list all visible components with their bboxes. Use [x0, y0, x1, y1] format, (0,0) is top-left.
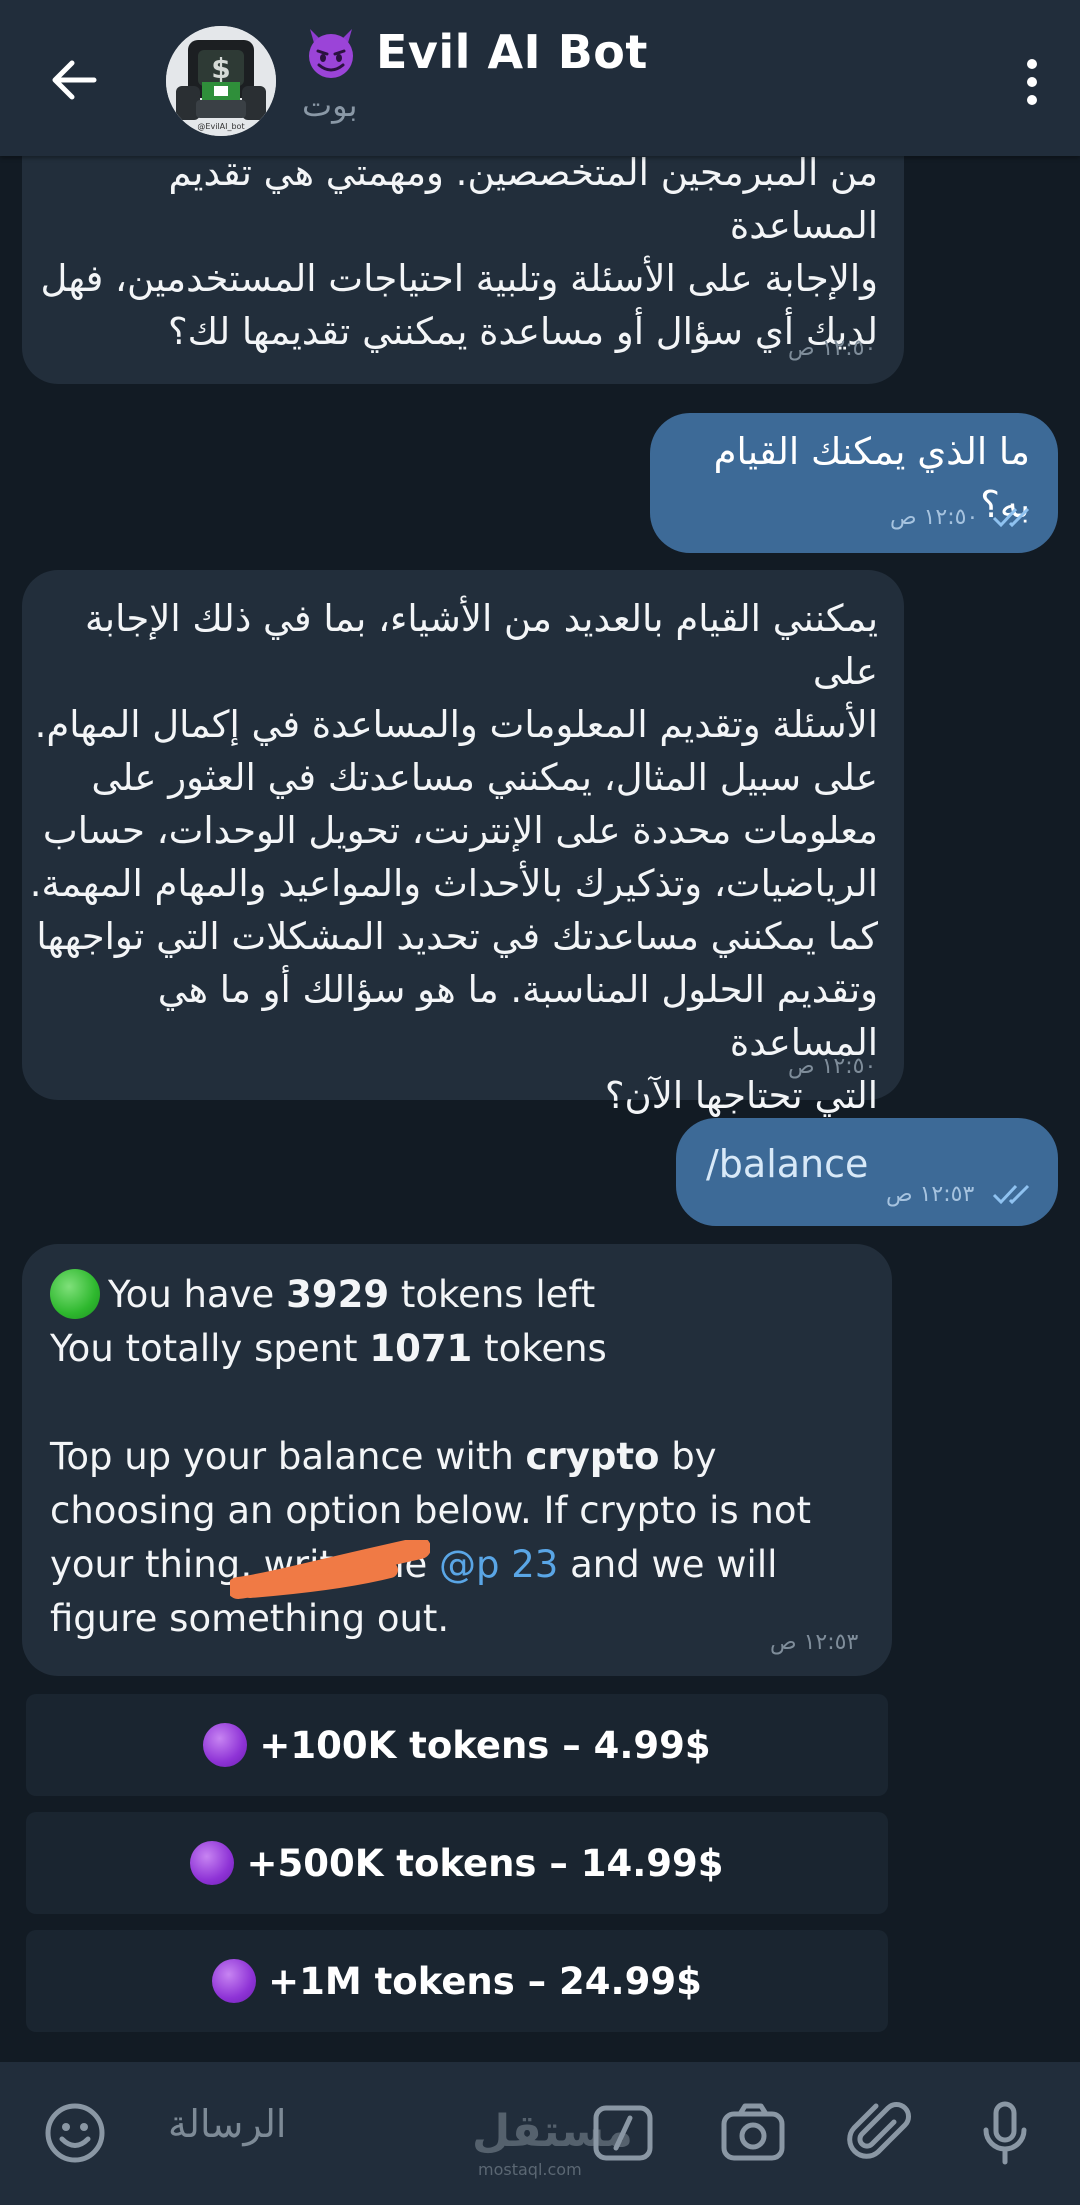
message-line: من المبرمجين المتخصصين. ومهمتي هي تقديم …	[168, 151, 878, 247]
text-segment: Top up your balance with	[50, 1435, 526, 1478]
message-input[interactable]: الرسالة	[168, 2102, 286, 2146]
tokens-spent-value: 1071	[369, 1327, 473, 1370]
message-line: التي تحتاجها الآن؟	[604, 1074, 878, 1117]
top-up-paragraph: Top up your balance with crypto by choos…	[50, 1430, 880, 1646]
chat-screen: $ @EvilAI_bot Evil AI Bot بوت من المبرمج…	[0, 0, 1080, 2205]
buy-1m-tokens-button[interactable]: +1M tokens – 24.99$	[26, 1930, 888, 2032]
tokens-left-value: 3929	[286, 1273, 390, 1316]
message-line: وتقديم الحلول المناسبة. ما هو سؤالك أو م…	[157, 968, 878, 1064]
title-row[interactable]: Evil AI Bot	[302, 20, 648, 84]
text-segment: crypto	[525, 1435, 660, 1478]
buy-100k-tokens-button[interactable]: +100K tokens – 4.99$	[26, 1694, 888, 1796]
text-segment: You totally spent	[50, 1327, 370, 1370]
button-label: +500K tokens – 14.99$	[246, 1841, 724, 1885]
tokens-left-line: You have 3929 tokens left	[50, 1268, 880, 1322]
green-circle-icon	[50, 1269, 100, 1319]
purple-circle-icon	[190, 1841, 235, 1885]
camera-icon[interactable]	[718, 2098, 788, 2168]
chat-header: $ @EvilAI_bot Evil AI Bot بوت	[0, 0, 1080, 156]
message-input-bar: الرسالة مستقل mostaql.com	[0, 2062, 1080, 2205]
message-line: لديك أي سؤال أو مساعدة يمكنني تقديمها لك…	[168, 310, 878, 353]
purple-circle-icon	[203, 1723, 248, 1767]
username-mention-link[interactable]: @p 23	[439, 1543, 558, 1586]
message-time: ١٢:٥٣ ص	[886, 1182, 975, 1207]
balance-message[interactable]: You have 3929 tokens left You totally sp…	[22, 1244, 892, 1676]
outgoing-message[interactable]: ما الذي يمكنك القيام به؟ ١٢:٥٠ ص	[650, 413, 1058, 553]
read-checks-icon	[992, 507, 1030, 528]
tokens-spent-line: You totally spent 1071 tokens	[50, 1322, 880, 1376]
text-segment: tokens	[472, 1327, 607, 1370]
message-line: والإجابة على الأسئلة وتلبية احتياجات الم…	[40, 257, 879, 300]
message-time: ١٢:٥٠ ص	[890, 505, 979, 530]
message-time: ١٢:٥٠ ص	[788, 1054, 877, 1079]
emoji-icon[interactable]	[40, 2098, 110, 2168]
attach-icon[interactable]	[846, 2098, 916, 2168]
message-line: الرياضيات، وتذكيرك بالأحداث والمواعيد وا…	[29, 862, 878, 905]
chat-title: Evil AI Bot	[376, 25, 648, 79]
message-time: ١٢:٥٠ ص	[788, 336, 877, 361]
message-line: يمكنني القيام بالعديد من الأشياء، بما في…	[84, 597, 878, 693]
message-line: كما يمكنني مساعدتك في تحديد المشكلات الت…	[36, 915, 878, 958]
message-line: على سبيل المثال، يمكنني مساعدتك في العثو…	[91, 756, 878, 799]
watermark-subtext: mostaql.com	[478, 2160, 582, 2179]
smiling-imp-emoji-icon	[309, 29, 353, 78]
button-label: +1M tokens – 24.99$	[268, 1959, 702, 2003]
incoming-message[interactable]: يمكنني القيام بالعديد من الأشياء، بما في…	[22, 570, 904, 1117]
svg-text:$: $	[211, 52, 230, 85]
text-segment: tokens left	[389, 1273, 596, 1316]
commands-icon[interactable]	[588, 2098, 658, 2168]
microphone-icon[interactable]	[970, 2098, 1040, 2168]
chat-subtitle: بوت	[302, 86, 358, 124]
purple-circle-icon	[212, 1959, 257, 2003]
message-line: معلومات محددة على الإنترنت، تحويل الوحدا…	[42, 809, 878, 852]
message-time: ١٢:٥٣ ص	[770, 1630, 859, 1655]
button-label: +100K tokens – 4.99$	[259, 1723, 711, 1767]
message-text: You have 3929 tokens left You totally sp…	[50, 1268, 880, 1646]
read-checks-icon	[992, 1184, 1030, 1205]
back-arrow-icon[interactable]	[44, 50, 104, 110]
message-line: الأسئلة وتقديم المعلومات والمساعدة في إك…	[34, 703, 878, 746]
bot-avatar[interactable]: $ @EvilAI_bot	[166, 26, 276, 136]
message-text: من المبرمجين المتخصصين. ومهمتي هي تقديم …	[38, 146, 879, 358]
text-segment: You have	[108, 1273, 287, 1316]
command-text: /balance	[706, 1142, 869, 1186]
redaction-scribble	[230, 1540, 430, 1599]
buy-500k-tokens-button[interactable]: +500K tokens – 14.99$	[26, 1812, 888, 1914]
outgoing-message[interactable]: /balance ١٢:٥٣ ص	[676, 1118, 1058, 1226]
more-options-icon[interactable]	[1012, 52, 1052, 112]
avatar-caption: @EvilAI_bot	[197, 122, 244, 131]
message-text: يمكنني القيام بالعديد من الأشياء، بما في…	[28, 592, 878, 1122]
